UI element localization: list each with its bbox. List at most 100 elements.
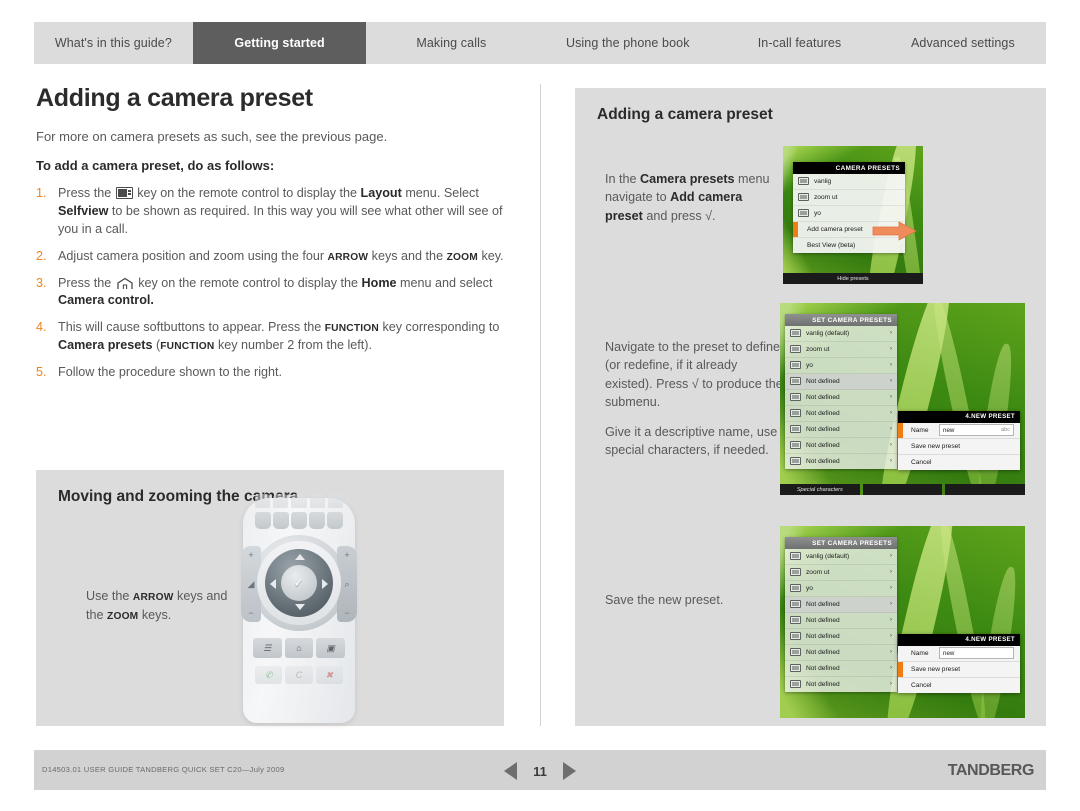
- softkey-hide-presets[interactable]: Hide presets: [783, 273, 923, 284]
- tab-label: Getting started: [234, 36, 325, 50]
- menu-item-label: vanlig: [814, 177, 832, 185]
- page-navigation: 11: [504, 762, 576, 780]
- preset-icon: [790, 425, 801, 434]
- next-page-button[interactable]: [563, 762, 576, 780]
- name-label: Name: [911, 426, 929, 434]
- tab-in-call-features[interactable]: In-call features: [719, 22, 880, 64]
- screenshot-save-preset: SET CAMERA PRESETS vanlig (default) › zoo…: [780, 526, 1025, 718]
- menu-item-not-defined-selected[interactable]: Not defined ›: [785, 373, 897, 390]
- menu-item-not-defined[interactable]: Not defined ›: [785, 422, 897, 438]
- selection-marker: [898, 422, 903, 438]
- menu-item-label: Not defined: [806, 632, 840, 640]
- step-2: Adjust camera position and zoom using th…: [36, 248, 514, 266]
- text-paragraph: Navigate to the preset to define (or red…: [605, 340, 783, 410]
- menu-item-vanlig[interactable]: vanlig: [793, 174, 905, 190]
- menu-item-not-defined[interactable]: Not defined ›: [785, 613, 897, 629]
- home-key-icon: ⌂: [284, 638, 314, 658]
- menu-item-vanlig-default[interactable]: vanlig (default) ›: [785, 326, 897, 342]
- tab-advanced-settings[interactable]: Advanced settings: [880, 22, 1046, 64]
- softkey-empty[interactable]: [862, 484, 943, 495]
- menu-item-not-defined[interactable]: Not defined ›: [785, 629, 897, 645]
- dialog-header: 4.NEW PRESET: [898, 634, 1020, 646]
- home-term: Home: [361, 275, 397, 290]
- column-divider: [540, 84, 541, 726]
- step-text: menu and select: [400, 275, 493, 290]
- preset-icon: [798, 177, 809, 186]
- chevron-right-icon: ›: [890, 585, 892, 592]
- tab-making-calls[interactable]: Making calls: [366, 22, 536, 64]
- menu-item-yo[interactable]: yo ›: [785, 581, 897, 597]
- menu-item-label: yo: [814, 209, 821, 217]
- home-key-icon: [116, 277, 134, 290]
- chevron-right-icon: ›: [890, 569, 892, 576]
- remote-function-keys: [255, 512, 343, 529]
- menu-item-label: zoom ut: [814, 193, 838, 201]
- preset-icon: [790, 568, 801, 577]
- preset-icon: [790, 584, 801, 593]
- menu-item-label: Not defined: [806, 648, 840, 656]
- dialog-cancel-row[interactable]: Cancel: [898, 455, 1020, 470]
- dialog-save-row[interactable]: Save new preset: [898, 661, 1020, 678]
- menu-item-not-defined-selected[interactable]: Not defined ›: [785, 596, 897, 613]
- name-label: Name: [911, 649, 929, 657]
- chevron-right-icon: ›: [890, 346, 892, 353]
- chevron-right-icon: ›: [890, 649, 892, 656]
- name-input[interactable]: new abc: [939, 424, 1014, 437]
- remote-caption: Use the ARROW keys and the ZOOM keys.: [86, 587, 236, 625]
- right-column: Adding a camera preset In the Camera pre…: [575, 88, 1046, 726]
- dialog-name-row[interactable]: Name new abc: [898, 422, 1020, 439]
- phonebook-key-icon: ☰: [253, 638, 282, 658]
- menu-item-label: zoom ut: [806, 568, 830, 576]
- menu-item-yo[interactable]: yo ›: [785, 358, 897, 374]
- tab-using-the-phone-book[interactable]: Using the phone book: [536, 22, 719, 64]
- annotation-arrow-icon: [872, 221, 917, 241]
- tab-label: In-call features: [757, 36, 842, 50]
- arrow-left-icon: [270, 579, 276, 589]
- menu-item-not-defined[interactable]: Not defined ›: [785, 406, 897, 422]
- menu-item-not-defined[interactable]: Not defined ›: [785, 661, 897, 677]
- chevron-right-icon: ›: [890, 665, 892, 672]
- chevron-right-icon: ›: [890, 617, 892, 624]
- chevron-right-icon: ›: [890, 426, 892, 433]
- menu-item-zoom-ut[interactable]: zoom ut: [793, 190, 905, 206]
- menu-item-label: vanlig (default): [806, 329, 850, 337]
- zoom-out-label: −: [344, 608, 350, 618]
- menu-item-not-defined[interactable]: Not defined ›: [785, 438, 897, 454]
- menu-item-zoom-ut[interactable]: zoom ut ›: [785, 565, 897, 581]
- menu-item-label: Not defined: [806, 377, 840, 385]
- text-paragraph: Give it a descriptive name, use special …: [605, 424, 778, 457]
- zoom-key-term: ZOOM: [446, 251, 478, 263]
- step-text: key corresponding to: [382, 320, 500, 335]
- menu-item-vanlig-default[interactable]: vanlig (default) ›: [785, 549, 897, 565]
- softkey-empty[interactable]: [945, 484, 1025, 495]
- remote-middle-keys: ☰ ⌂ ▣: [253, 638, 346, 658]
- preset-icon: [790, 457, 801, 466]
- dialog-name-row[interactable]: Name new: [898, 646, 1020, 662]
- screenshot-camera-presets: CAMERA PRESETS vanlig zoom ut yo Add cam…: [783, 146, 923, 284]
- menu-item-not-defined[interactable]: Not defined ›: [785, 645, 897, 661]
- step-text: keys and the: [371, 248, 444, 263]
- right-column-title: Adding a camera preset: [597, 106, 773, 123]
- guide-page: What's in this guide? Getting started Ma…: [0, 0, 1080, 811]
- menu-item-zoom-ut[interactable]: zoom ut ›: [785, 342, 897, 358]
- name-input[interactable]: new: [939, 647, 1014, 660]
- selection-marker: [793, 221, 798, 237]
- volume-up-label: +: [248, 550, 254, 560]
- preset-icon: [798, 193, 809, 202]
- menu-item-not-defined[interactable]: Not defined ›: [785, 677, 897, 692]
- tab-getting-started[interactable]: Getting started: [192, 22, 367, 64]
- main-navigation: What's in this guide? Getting started Ma…: [34, 22, 1046, 64]
- tab-whats-in-this-guide[interactable]: What's in this guide?: [34, 22, 193, 64]
- end-call-key-icon: ✖: [315, 666, 343, 684]
- dialog-save-row[interactable]: Save new preset: [898, 439, 1020, 455]
- softkey-special-characters[interactable]: Special characters: [780, 484, 860, 495]
- preset-icon: [790, 377, 801, 386]
- softkey-row: Special characters: [780, 484, 1025, 495]
- camera-presets-term: Camera presets: [640, 172, 735, 186]
- menu-item-not-defined[interactable]: Not defined ›: [785, 390, 897, 406]
- dialog-cancel-row[interactable]: Cancel: [898, 678, 1020, 693]
- right-step3-text: Save the new preset.: [605, 591, 785, 620]
- previous-page-button[interactable]: [504, 762, 517, 780]
- zoom-in-label: +: [344, 550, 350, 560]
- menu-item-not-defined[interactable]: Not defined ›: [785, 454, 897, 469]
